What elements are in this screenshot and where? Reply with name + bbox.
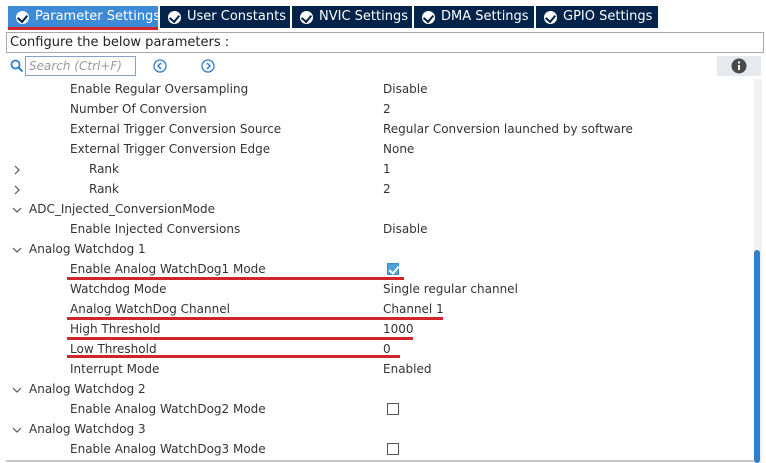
check-circle-icon (300, 10, 313, 24)
tab-label: User Constants (187, 9, 286, 24)
param-label: External Trigger Conversion Edge (70, 142, 271, 156)
param-value[interactable]: Enabled (383, 362, 432, 376)
chevron-down-icon[interactable] (12, 244, 22, 254)
search-input[interactable] (25, 56, 136, 76)
param-label: Analog WatchDog Channel (70, 302, 230, 316)
param-label: Enable Injected Conversions (70, 222, 241, 236)
tab-label: Parameter Settings (35, 9, 161, 24)
param-label: Low Threshold (70, 342, 157, 356)
scrollbar-thumb[interactable] (754, 250, 760, 463)
group-label: ADC_Injected_ConversionMode (29, 202, 215, 216)
param-row[interactable]: External Trigger Conversion Edge None (6, 139, 754, 159)
tab-label: GPIO Settings (563, 9, 653, 24)
param-label: Rank (89, 162, 119, 176)
param-row[interactable]: External Trigger Conversion Source Regul… (6, 119, 754, 139)
param-row[interactable]: Enable Injected Conversions Disable (6, 219, 754, 239)
param-value[interactable]: Disable (383, 82, 428, 96)
param-row[interactable]: Enable Regular Oversampling Disable (6, 79, 754, 99)
param-row[interactable]: Number Of Conversion 2 (6, 99, 754, 119)
tab-parameter-settings[interactable]: Parameter Settings (8, 6, 161, 28)
param-label: External Trigger Conversion Source (70, 122, 282, 136)
param-label: Rank (89, 182, 119, 196)
tab-nvic-settings[interactable]: NVIC Settings (292, 6, 412, 28)
tab-user-constants[interactable]: User Constants (160, 6, 290, 28)
chevron-down-icon[interactable] (12, 204, 22, 214)
chevron-down-icon[interactable] (12, 384, 22, 394)
param-row[interactable]: High Threshold 1000 (6, 319, 754, 339)
chevron-right-icon[interactable] (12, 184, 22, 195)
back-icon[interactable] (153, 59, 167, 73)
param-label: Number Of Conversion (70, 102, 207, 116)
param-value[interactable]: 2 (383, 102, 391, 116)
chevron-right-icon[interactable] (12, 164, 22, 175)
param-label: Enable Analog WatchDog3 Mode (70, 442, 266, 456)
forward-icon[interactable] (201, 59, 215, 73)
param-value[interactable]: 1 (383, 162, 391, 176)
tab-label: DMA Settings (441, 9, 529, 24)
group-row-injected[interactable]: ADC_Injected_ConversionMode (6, 199, 754, 219)
rank-row[interactable]: Rank 2 (6, 179, 754, 199)
search-icon[interactable] (10, 59, 24, 73)
param-value[interactable]: Single regular channel (383, 282, 518, 296)
chevron-down-icon[interactable] (12, 424, 22, 434)
annotation-underline (67, 317, 443, 320)
param-row[interactable]: Enable Analog WatchDog1 Mode (6, 259, 754, 279)
bottom-divider (6, 460, 754, 462)
annotation-underline (67, 277, 404, 280)
tab-label: NVIC Settings (319, 9, 408, 24)
param-row[interactable]: Analog WatchDog Channel Channel 1 (6, 299, 754, 319)
param-row[interactable]: Enable Analog WatchDog3 Mode (6, 439, 754, 459)
group-label: Analog Watchdog 3 (29, 422, 146, 436)
group-row-watchdog1[interactable]: Analog Watchdog 1 (6, 239, 754, 259)
config-description: Configure the below parameters : (6, 32, 764, 53)
group-label: Analog Watchdog 1 (29, 242, 146, 256)
info-icon (731, 58, 747, 74)
param-label: Watchdog Mode (70, 282, 167, 296)
check-circle-icon (168, 10, 181, 24)
group-row-watchdog3[interactable]: Analog Watchdog 3 (6, 419, 754, 439)
tab-annotation-underline (8, 27, 158, 30)
param-value[interactable]: None (383, 142, 414, 156)
watchdog3-enable-checkbox[interactable] (387, 443, 399, 455)
group-row-watchdog2[interactable]: Analog Watchdog 2 (6, 379, 754, 399)
tab-gpio-settings[interactable]: GPIO Settings (536, 6, 658, 28)
param-value[interactable]: Disable (383, 222, 428, 236)
param-label: Enable Analog WatchDog2 Mode (70, 402, 266, 416)
watchdog1-enable-checkbox[interactable] (387, 263, 399, 275)
check-circle-icon (544, 10, 557, 24)
param-value[interactable]: 0 (383, 342, 391, 356)
check-circle-icon (16, 10, 29, 24)
annotation-underline (67, 337, 413, 340)
param-label: Enable Regular Oversampling (70, 82, 249, 96)
tab-dma-settings[interactable]: DMA Settings (414, 6, 534, 28)
param-value[interactable]: 2 (383, 182, 391, 196)
param-value[interactable]: 1000 (383, 322, 414, 336)
param-label: Enable Analog WatchDog1 Mode (70, 262, 266, 276)
info-button[interactable] (717, 56, 761, 76)
group-label: Analog Watchdog 2 (29, 382, 146, 396)
param-row[interactable]: Enable Analog WatchDog2 Mode (6, 399, 754, 419)
param-row[interactable]: Watchdog Mode Single regular channel (6, 279, 754, 299)
parameter-tree: Enable Regular Oversampling Disable Numb… (6, 79, 754, 463)
param-row[interactable]: Interrupt Mode Enabled (6, 359, 754, 379)
param-label: High Threshold (70, 322, 161, 336)
param-value[interactable]: Regular Conversion launched by software (383, 122, 633, 136)
tab-bar: Parameter Settings User Constants NVIC S… (0, 0, 766, 30)
annotation-underline (67, 355, 400, 358)
check-circle-icon (422, 10, 435, 24)
param-label: Interrupt Mode (70, 362, 160, 376)
watchdog2-enable-checkbox[interactable] (387, 403, 399, 415)
param-value[interactable]: Channel 1 (383, 302, 444, 316)
rank-row[interactable]: Rank 1 (6, 159, 754, 179)
